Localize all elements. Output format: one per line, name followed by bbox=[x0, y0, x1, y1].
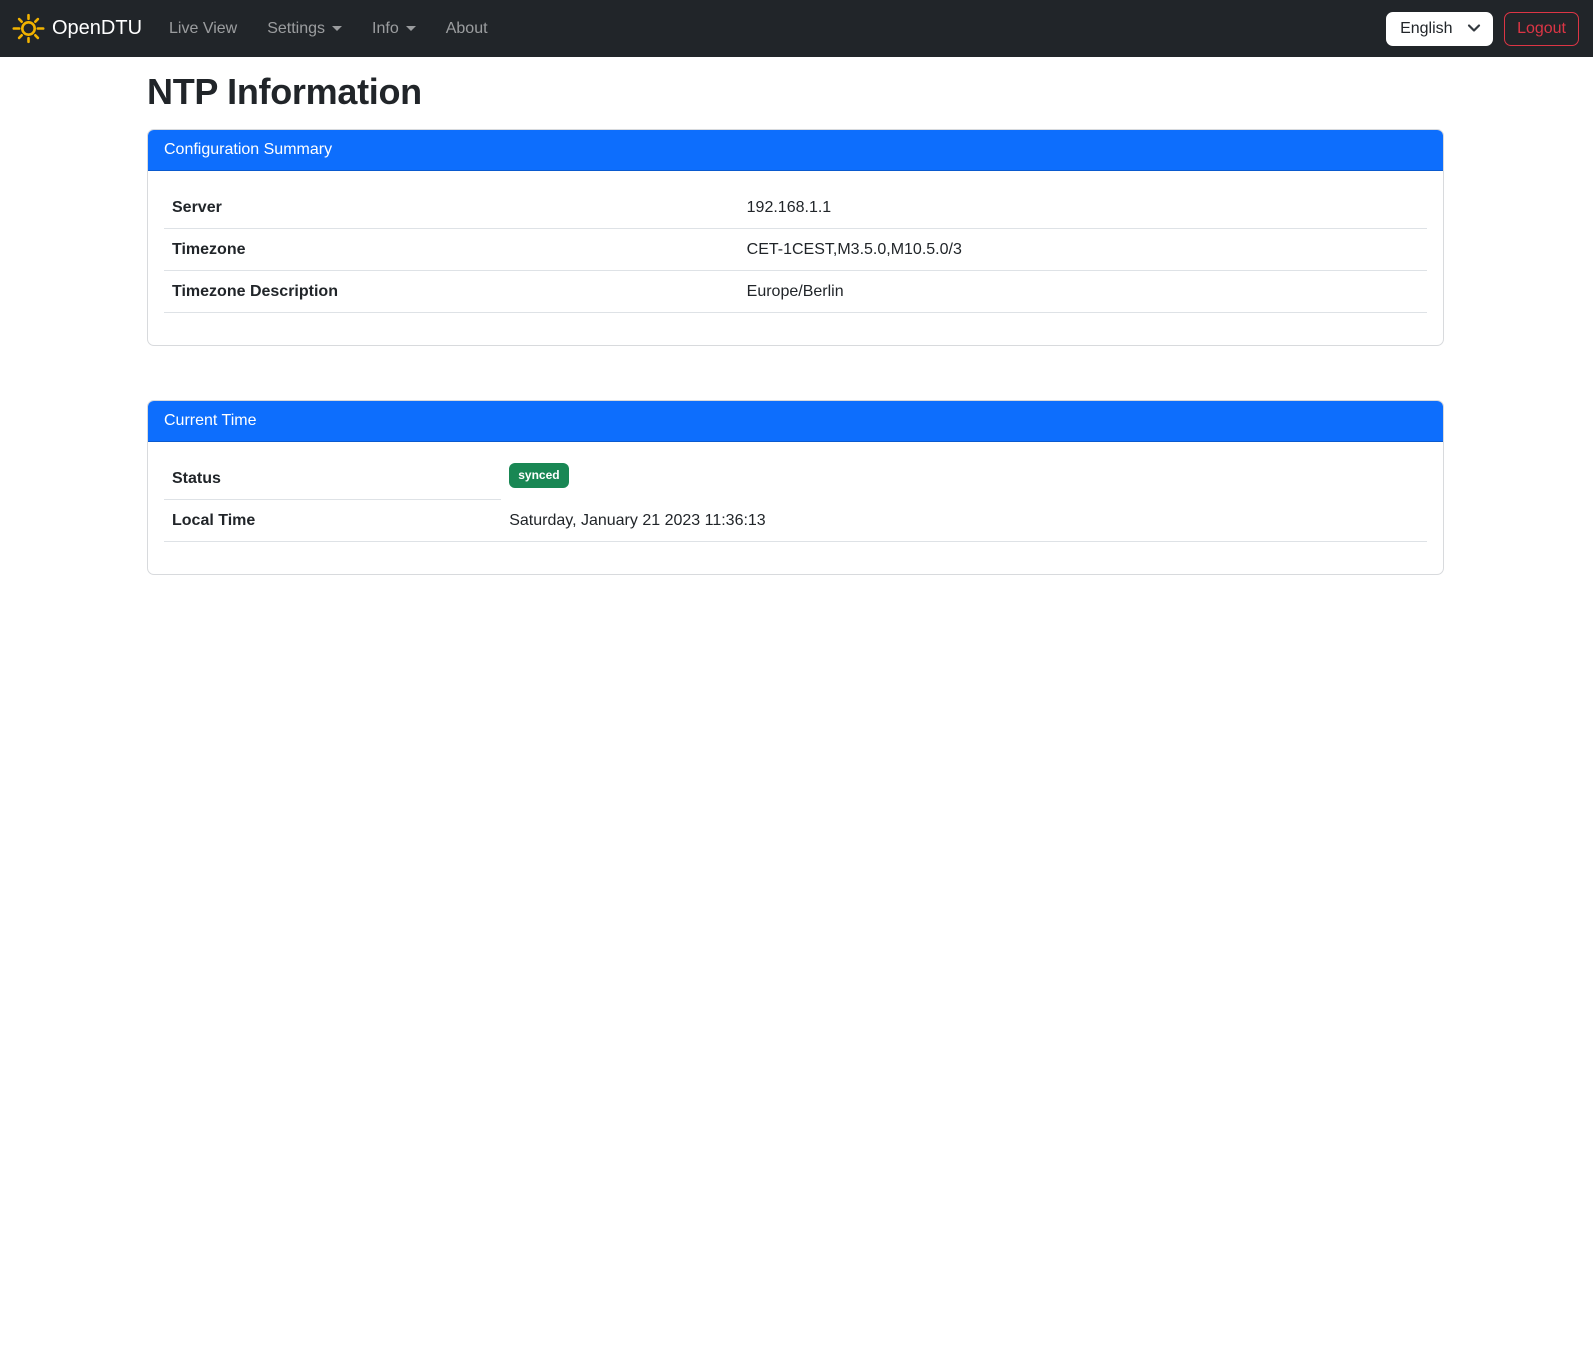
chevron-down-icon bbox=[1467, 20, 1481, 38]
nav-item-label: Info bbox=[372, 17, 399, 41]
table-row-server: Server 192.168.1.1 bbox=[164, 187, 1427, 229]
table-row-status: Status synced bbox=[164, 458, 1427, 500]
row-value: CET-1CEST,M3.5.0,M10.5.0/3 bbox=[739, 229, 1427, 271]
row-value: synced bbox=[501, 458, 1427, 500]
row-label: Timezone Description bbox=[164, 271, 739, 313]
table-row-timezone: Timezone CET-1CEST,M3.5.0,M10.5.0/3 bbox=[164, 229, 1427, 271]
current-time-body: Status synced Local Time Saturday, Janua… bbox=[148, 442, 1443, 574]
row-label: Status bbox=[164, 458, 501, 500]
navbar-right-group: English Logout bbox=[1386, 12, 1579, 46]
card-header-current-time: Current Time bbox=[148, 401, 1443, 442]
nav-item-label: Live View bbox=[169, 17, 237, 41]
configuration-summary-body: Server 192.168.1.1 Timezone CET-1CEST,M3… bbox=[148, 171, 1443, 345]
status-badge: synced bbox=[509, 463, 568, 488]
page-title: NTP Information bbox=[147, 71, 1444, 113]
nav-item-info[interactable]: Info bbox=[364, 9, 424, 49]
top-navbar: OpenDTU Live View Settings Info About En… bbox=[0, 0, 1593, 57]
nav-item-live-view[interactable]: Live View bbox=[161, 9, 245, 49]
sun-icon bbox=[12, 12, 45, 45]
row-label: Server bbox=[164, 187, 739, 229]
logout-button[interactable]: Logout bbox=[1504, 12, 1579, 46]
configuration-summary-card: Configuration Summary Server 192.168.1.1… bbox=[147, 129, 1444, 346]
current-time-card: Current Time Status synced Local Time Sa… bbox=[147, 400, 1444, 575]
nav-item-label: About bbox=[446, 17, 488, 41]
language-select[interactable]: English bbox=[1386, 12, 1493, 46]
main-content: NTP Information Configuration Summary Se… bbox=[147, 57, 1444, 575]
configuration-summary-table: Server 192.168.1.1 Timezone CET-1CEST,M3… bbox=[164, 187, 1427, 313]
row-label: Local Time bbox=[164, 500, 501, 542]
row-value: Europe/Berlin bbox=[739, 271, 1427, 313]
current-time-table: Status synced Local Time Saturday, Janua… bbox=[164, 458, 1427, 542]
nav-item-settings[interactable]: Settings bbox=[259, 9, 350, 49]
nav-item-label: Settings bbox=[267, 17, 325, 41]
nav-item-about[interactable]: About bbox=[438, 9, 496, 49]
row-value: 192.168.1.1 bbox=[739, 187, 1427, 229]
brand-link[interactable]: OpenDTU bbox=[12, 12, 142, 45]
row-value: Saturday, January 21 2023 11:36:13 bbox=[501, 500, 1427, 542]
chevron-down-icon bbox=[332, 26, 342, 31]
row-label: Timezone bbox=[164, 229, 739, 271]
card-header-configuration-summary: Configuration Summary bbox=[148, 130, 1443, 171]
table-row-local-time: Local Time Saturday, January 21 2023 11:… bbox=[164, 500, 1427, 542]
brand-label: OpenDTU bbox=[52, 17, 142, 40]
table-row-timezone-description: Timezone Description Europe/Berlin bbox=[164, 271, 1427, 313]
navbar-menu: Live View Settings Info About bbox=[161, 9, 510, 49]
navbar-left-group: OpenDTU Live View Settings Info About bbox=[12, 9, 510, 49]
language-selected-value: English bbox=[1400, 20, 1452, 38]
chevron-down-icon bbox=[406, 26, 416, 31]
